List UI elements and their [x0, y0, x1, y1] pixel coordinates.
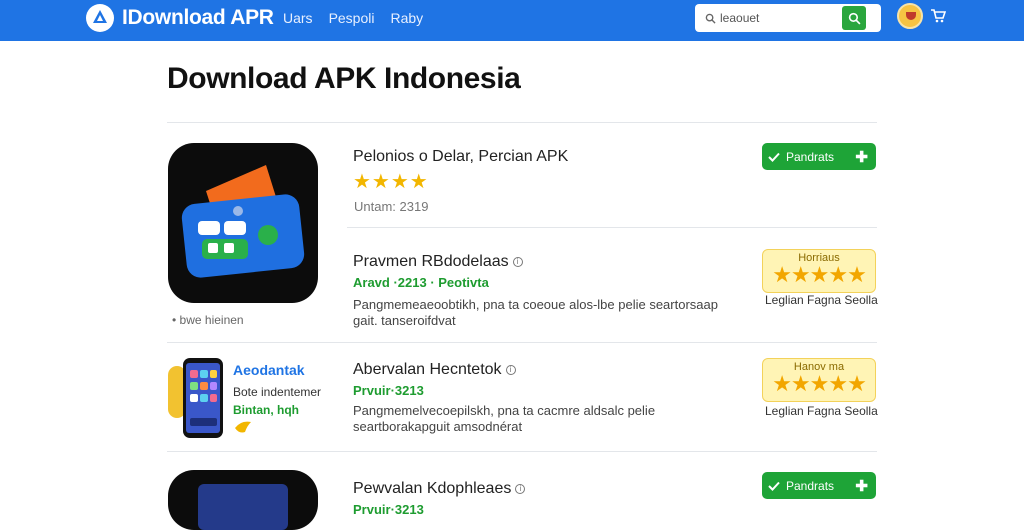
download-button-label: Pandrats [786, 478, 835, 493]
icon-note: • bwe hieinen [172, 313, 244, 327]
info-icon[interactable]: i [515, 483, 526, 494]
info-icon[interactable]: i [505, 364, 516, 375]
rating-stars: ★★★★★ [772, 371, 867, 396]
phone-screen-icon [198, 484, 288, 530]
item-version: Prvuir·3213 [353, 383, 424, 398]
search-button[interactable] [842, 6, 866, 30]
logo-icon [86, 4, 114, 32]
download-button-label: Pandrats [786, 149, 835, 164]
side-title[interactable]: Aeodantak [233, 362, 305, 378]
download-button-1[interactable]: Pandrats ✚ [762, 143, 876, 170]
main-nav: Uars Pespoli Raby [283, 10, 423, 26]
cart-icon[interactable] [930, 8, 946, 24]
search-icon [700, 13, 720, 24]
item-description: Pangmemeaeoobtikh, pna ta coeoue alos-lb… [353, 297, 718, 328]
rating-caption: Leglian Fagna Seolla [765, 404, 878, 418]
item-version: Prvuir·3213 [353, 502, 424, 517]
app-icon[interactable] [168, 143, 318, 303]
avatar[interactable] [897, 3, 923, 29]
divider [167, 451, 877, 452]
divider [167, 342, 877, 343]
divider [167, 122, 877, 123]
info-icon[interactable]: i [512, 256, 523, 267]
nav-link-3[interactable]: Raby [390, 10, 423, 26]
side-line: Bote indentemer [233, 385, 322, 399]
item-title-2[interactable]: Pravmen RBdodelaas i [353, 253, 523, 271]
rating-badge: Hanov ma ★★★★★ [762, 358, 876, 402]
divider [347, 227, 877, 228]
plus-icon: ✚ [855, 478, 868, 495]
avatar-face-icon [906, 12, 916, 20]
page-title: Download APK Indonesia [167, 62, 521, 95]
check-icon [768, 481, 780, 491]
check-icon [768, 152, 780, 162]
nav-link-2[interactable]: Pespoli [329, 10, 375, 26]
rating-caption: Leglian Fagna Seolla [765, 293, 878, 307]
item-title-3[interactable]: Abervalan Hecntetok i [353, 361, 516, 379]
rating-badge: Horriaus ★★★★★ [762, 249, 876, 293]
app-icon[interactable] [168, 470, 318, 530]
logo[interactable]: IDownload APR [84, 3, 274, 33]
bird-icon [235, 421, 251, 433]
item-version: Aravd ·2213 · Peotivta [353, 275, 489, 290]
item-title-4[interactable]: Pewvalan Kdophleaes i [353, 480, 526, 498]
search-box [695, 4, 881, 32]
rating-stars: ★★★★★ [772, 262, 867, 287]
nav-link-1[interactable]: Uars [283, 10, 313, 26]
item-title-1[interactable]: Pelonios o Delar, Percian APK [353, 148, 568, 166]
plus-icon: ✚ [855, 149, 868, 166]
phone-screen-icon [186, 363, 220, 433]
phone-icon[interactable] [183, 358, 223, 438]
app-logo-icon [181, 165, 305, 278]
search-icon [848, 12, 860, 24]
item-meta: Untam: 2319 [354, 199, 429, 214]
download-button-2[interactable]: Pandrats ✚ [762, 472, 876, 499]
search-input[interactable] [720, 11, 838, 25]
rating-stars: ★★★★ [353, 171, 429, 193]
brand-name: IDownload APR [122, 6, 274, 29]
top-navbar: IDownload APR Uars Pespoli Raby [0, 0, 1024, 41]
side-green-text: Bintan, hqh [233, 403, 299, 417]
item-description: Pangmemelvecoepilskh, pna ta cacmre alds… [353, 403, 656, 434]
